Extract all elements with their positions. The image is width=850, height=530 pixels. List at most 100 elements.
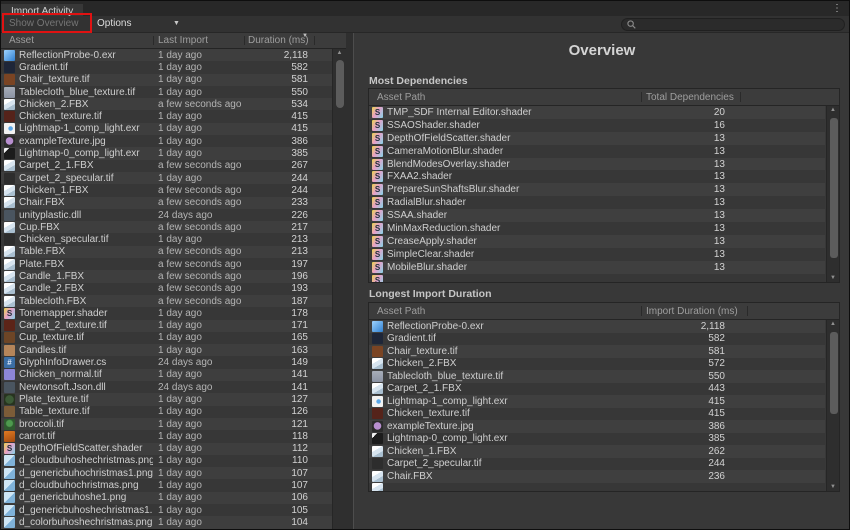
table-row[interactable]: Chicken_2.FBX572	[369, 358, 825, 371]
table-row[interactable]: d_colorbuhoshechristmas.png1 day ago104	[1, 516, 332, 528]
table-row[interactable]: Tablecloth_blue_texture.tif550	[369, 370, 825, 383]
column-header-asset-path[interactable]: Asset Path	[377, 89, 425, 106]
table-row[interactable]: Cup.FBXa few seconds ago217	[1, 221, 332, 233]
scrollbar-thumb[interactable]	[336, 60, 344, 108]
column-header-last-import[interactable]: Last Import	[158, 33, 208, 49]
table-row[interactable]: SSimpleClear.shader13	[369, 248, 825, 261]
scroll-up-icon[interactable]: ▲	[827, 321, 839, 327]
table-row[interactable]: STonemapper.shader1 day ago178	[1, 307, 332, 319]
table-row[interactable]: Plate_texture.tif1 day ago127	[1, 393, 332, 405]
table-row[interactable]: Chair.FBXa few seconds ago233	[1, 197, 332, 209]
normalmap-icon	[4, 369, 15, 380]
table-row[interactable]: unityplastic.dll24 days ago226	[1, 209, 332, 221]
window-menu-icon[interactable]: ⋮	[832, 1, 842, 16]
value: 386	[708, 421, 725, 432]
table-row[interactable]: Table_texture.tif1 day ago126	[1, 406, 332, 418]
table-row[interactable]: d_genericbuhoshechristmas1.png1 day ago1…	[1, 504, 332, 516]
table-row[interactable]: Tablecloth.FBXa few seconds ago187	[1, 295, 332, 307]
table-row[interactable]: SCameraMotionBlur.shader13	[369, 145, 825, 158]
table-row[interactable]: Chicken_normal.tif1 day ago141	[1, 369, 332, 381]
table-row[interactable]: Carpet_2_texture.tif1 day ago171	[1, 320, 332, 332]
table-row[interactable]: Carpet_2_1.FBXa few seconds ago267	[1, 160, 332, 172]
table-row[interactable]: d_cloudbuhochristmas.png1 day ago107	[1, 479, 332, 491]
table-row[interactable]: Lightmap-0_comp_light.exr385	[369, 433, 825, 446]
search-field[interactable]	[621, 18, 845, 31]
table-row[interactable]: ReflectionProbe-0.exr1 day ago2,118	[1, 49, 332, 61]
table-row[interactable]: SMobileBlur.shader13	[369, 261, 825, 274]
table-row[interactable]: Chicken_1.FBXa few seconds ago244	[1, 184, 332, 196]
asset-path: Carpet_2_specular.tif	[387, 458, 825, 469]
table-row[interactable]: d_genericbuhochristmas1.png1 day ago107	[1, 467, 332, 479]
table-row[interactable]: S	[369, 274, 825, 282]
table-row[interactable]: Lightmap-1_comp_light.exr415	[369, 395, 825, 408]
table-row[interactable]: SPrepareSunShaftsBlur.shader13	[369, 183, 825, 196]
value: 13	[714, 249, 725, 260]
table-row[interactable]: Carpet_2_specular.tif1 day ago244	[1, 172, 332, 184]
table-row[interactable]: d_cloudbuhoshechristmas.png1 day ago110	[1, 455, 332, 467]
search-input[interactable]	[640, 19, 839, 30]
table-row[interactable]: Tablecloth_blue_texture.tif1 day ago550	[1, 86, 332, 98]
table-row[interactable]: Carpet_2_1.FBX443	[369, 383, 825, 396]
panel-splitter[interactable]	[346, 33, 354, 529]
table-row[interactable]: exampleTexture.jpg386	[369, 420, 825, 433]
table-row[interactable]: SSSAA.shader13	[369, 209, 825, 222]
table-row[interactable]: SCreaseApply.shader13	[369, 235, 825, 248]
table-row[interactable]: Candle_2.FBXa few seconds ago193	[1, 283, 332, 295]
column-header-total-dependencies[interactable]: Total Dependencies	[646, 89, 734, 106]
table-row[interactable]: SSSAOShader.shader16	[369, 119, 825, 132]
table-row[interactable]: Cup_texture.tif1 day ago165	[1, 332, 332, 344]
table-row[interactable]: Gradient.tif582	[369, 333, 825, 346]
scroll-down-icon[interactable]: ▼	[827, 275, 839, 281]
table-row[interactable]: Chicken_1.FBX262	[369, 445, 825, 458]
table-row[interactable]: ReflectionProbe-0.exr2,118	[369, 320, 825, 333]
table-row[interactable]: exampleTexture.jpg1 day ago386	[1, 135, 332, 147]
table-row[interactable]: SRadialBlur.shader13	[369, 196, 825, 209]
table-row[interactable]	[369, 483, 825, 492]
table-row[interactable]: Table.FBXa few seconds ago213	[1, 246, 332, 258]
scroll-down-icon[interactable]: ▼	[827, 484, 839, 490]
column-header-asset-path[interactable]: Asset Path	[377, 303, 425, 320]
table-row[interactable]: Chicken_texture.tif1 day ago415	[1, 110, 332, 122]
table-row[interactable]: Newtonsoft.Json.dll24 days ago141	[1, 381, 332, 393]
table-row[interactable]: Lightmap-1_comp_light.exr1 day ago415	[1, 123, 332, 135]
scrollbar-thumb[interactable]	[830, 332, 838, 414]
table-row[interactable]: Carpet_2_specular.tif244	[369, 458, 825, 471]
table-row[interactable]: Candle_1.FBXa few seconds ago196	[1, 270, 332, 282]
table-row[interactable]: Lightmap-0_comp_light.exr1 day ago385	[1, 147, 332, 159]
table-row[interactable]: broccoli.tif1 day ago121	[1, 418, 332, 430]
table-row[interactable]: SMinMaxReduction.shader13	[369, 222, 825, 235]
duration-value: 415	[291, 123, 308, 134]
tex-chair-icon	[4, 74, 15, 85]
table-row[interactable]: d_genericbuhoshe1.png1 day ago106	[1, 492, 332, 504]
table-row[interactable]: Chicken_specular.tif1 day ago213	[1, 233, 332, 245]
table-row[interactable]: SDepthOfFieldScatter.shader1 day ago112	[1, 443, 332, 455]
table-row[interactable]: carrot.tif1 day ago118	[1, 430, 332, 442]
table-row[interactable]: Plate.FBXa few seconds ago197	[1, 258, 332, 270]
most-dependencies-label: Most Dependencies	[369, 75, 468, 87]
table-row[interactable]: Chair.FBX236	[369, 470, 825, 483]
most-dependencies-scrollbar[interactable]: ▲ ▼	[826, 106, 839, 282]
shader-icon: S	[372, 120, 383, 131]
table-row[interactable]: SDepthOfFieldScatter.shader13	[369, 132, 825, 145]
column-header-import-duration[interactable]: Import Duration (ms)	[646, 303, 738, 320]
column-header-duration[interactable]: Duration (ms)	[248, 33, 309, 49]
value: 13	[714, 210, 725, 221]
scrollbar-thumb[interactable]	[830, 118, 838, 258]
table-row[interactable]: Chair_texture.tif1 day ago581	[1, 74, 332, 86]
table-row[interactable]: SFXAA2.shader13	[369, 170, 825, 183]
table-row[interactable]: Chair_texture.tif581	[369, 345, 825, 358]
table-row[interactable]: Chicken_texture.tif415	[369, 408, 825, 421]
table-row[interactable]: SBlendModesOverlay.shader13	[369, 158, 825, 171]
table-row[interactable]: Chicken_2.FBXa few seconds ago534	[1, 98, 332, 110]
longest-import-scrollbar[interactable]: ▲ ▼	[826, 320, 839, 491]
show-overview-button[interactable]: Show Overview	[9, 16, 78, 32]
asset-table-scrollbar[interactable]: ▲	[332, 49, 346, 529]
table-row[interactable]: #GlyphInfoDrawer.cs24 days ago149	[1, 356, 332, 368]
table-row[interactable]: Gradient.tif1 day ago582	[1, 61, 332, 73]
asset-name: Carpet_2_texture.tif	[19, 320, 153, 331]
table-row[interactable]: STMP_SDF Internal Editor.shader20	[369, 106, 825, 119]
scroll-up-icon[interactable]: ▲	[827, 107, 839, 113]
column-header-asset[interactable]: Asset	[9, 33, 34, 49]
table-row[interactable]: Candles.tif1 day ago163	[1, 344, 332, 356]
scroll-up-icon[interactable]: ▲	[333, 50, 346, 56]
